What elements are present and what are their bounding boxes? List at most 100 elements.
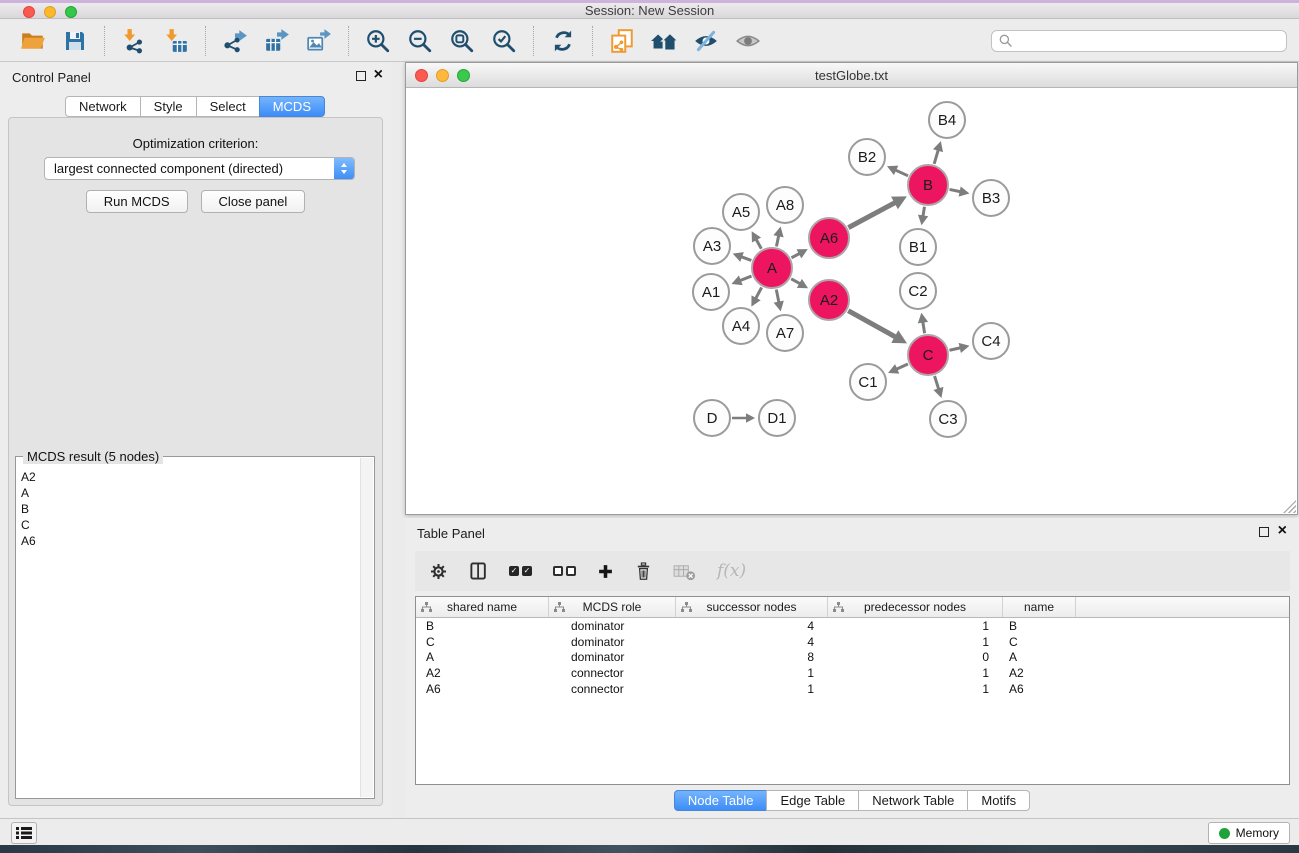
duplicate-network-icon[interactable] bbox=[606, 25, 638, 57]
graph-node-A1[interactable]: A1 bbox=[692, 273, 730, 311]
tab-network[interactable]: Network bbox=[65, 96, 141, 117]
zoom-out-icon[interactable] bbox=[404, 25, 436, 57]
table-mode-columns-icon[interactable] bbox=[469, 561, 488, 581]
memory-label: Memory bbox=[1236, 826, 1279, 840]
float-panel-icon[interactable] bbox=[356, 71, 366, 81]
column-type-icon bbox=[554, 602, 565, 612]
tab-motifs[interactable]: Motifs bbox=[967, 790, 1030, 811]
network-zoom-icon[interactable] bbox=[457, 69, 470, 82]
search-field[interactable] bbox=[991, 30, 1287, 52]
zoom-window-icon[interactable] bbox=[65, 6, 77, 18]
table-row[interactable]: Cdominator41C bbox=[416, 634, 1289, 650]
mcds-result-list[interactable]: A2ABCA6 bbox=[21, 469, 358, 795]
column-settings-gear-icon[interactable] bbox=[429, 562, 448, 581]
zoom-selected-icon[interactable] bbox=[488, 25, 520, 57]
graph-node-C[interactable]: C bbox=[907, 334, 949, 376]
column-header-successor-nodes[interactable]: successor nodes bbox=[676, 597, 828, 617]
graph-node-A[interactable]: A bbox=[751, 247, 793, 289]
toolbar-separator bbox=[348, 26, 349, 56]
network-window-titlebar[interactable]: testGlobe.txt bbox=[406, 63, 1297, 88]
mcds-result-item[interactable]: A bbox=[21, 485, 358, 501]
graph-node-D1[interactable]: D1 bbox=[758, 399, 796, 437]
mcds-result-title: MCDS result (5 nodes) bbox=[23, 449, 163, 464]
graph-node-C4[interactable]: C4 bbox=[972, 322, 1010, 360]
table-row[interactable]: A2connector11A2 bbox=[416, 665, 1289, 681]
column-header-predecessor-nodes[interactable]: predecessor nodes bbox=[828, 597, 1003, 617]
mcds-tab-content: Optimization criterion: largest connecte… bbox=[8, 117, 383, 806]
tab-style[interactable]: Style bbox=[140, 96, 197, 117]
graph-node-C2[interactable]: C2 bbox=[899, 272, 937, 310]
mcds-result-item[interactable]: B bbox=[21, 501, 358, 517]
traffic-lights bbox=[23, 6, 77, 18]
deselect-all-icon[interactable] bbox=[553, 566, 576, 576]
add-column-icon[interactable] bbox=[597, 563, 614, 580]
tab-mcds[interactable]: MCDS bbox=[259, 96, 325, 117]
graph-node-A2[interactable]: A2 bbox=[808, 279, 850, 321]
graph-node-A7[interactable]: A7 bbox=[766, 314, 804, 352]
show-graphics-details-icon[interactable] bbox=[732, 25, 764, 57]
export-image-icon[interactable] bbox=[303, 25, 335, 57]
mcds-result-item[interactable]: A6 bbox=[21, 533, 358, 549]
close-panel-button[interactable]: Close panel bbox=[201, 190, 306, 213]
table-row[interactable]: A6connector11A6 bbox=[416, 681, 1289, 697]
memory-button[interactable]: Memory bbox=[1208, 822, 1290, 844]
tab-network-table[interactable]: Network Table bbox=[858, 790, 968, 811]
tab-select[interactable]: Select bbox=[196, 96, 260, 117]
graph-node-B3[interactable]: B3 bbox=[972, 179, 1010, 217]
graph-node-B4[interactable]: B4 bbox=[928, 101, 966, 139]
graph-node-D[interactable]: D bbox=[693, 399, 731, 437]
mcds-result-item[interactable]: A2 bbox=[21, 469, 358, 485]
node-table-body: Bdominator41BCdominator41CAdominator80AA… bbox=[416, 618, 1289, 696]
apply-layout-icon[interactable] bbox=[547, 25, 579, 57]
minimize-window-icon[interactable] bbox=[44, 6, 56, 18]
graph-node-A5[interactable]: A5 bbox=[722, 193, 760, 231]
graph-node-C1[interactable]: C1 bbox=[849, 363, 887, 401]
graph-node-A6[interactable]: A6 bbox=[808, 217, 850, 259]
column-header-name[interactable]: name bbox=[1003, 597, 1076, 617]
optimization-criterion-label: Optimization criterion: bbox=[9, 136, 382, 151]
graph-node-A3[interactable]: A3 bbox=[693, 227, 731, 265]
graph-node-C3[interactable]: C3 bbox=[929, 400, 967, 438]
close-window-icon[interactable] bbox=[23, 6, 35, 18]
graph-node-A8[interactable]: A8 bbox=[766, 186, 804, 224]
save-session-icon[interactable] bbox=[59, 25, 91, 57]
network-close-icon[interactable] bbox=[415, 69, 428, 82]
status-bar: Memory bbox=[0, 818, 1299, 845]
criterion-select[interactable]: largest connected component (directed) bbox=[44, 157, 355, 180]
task-history-list-icon[interactable] bbox=[11, 822, 37, 844]
graph-node-B1[interactable]: B1 bbox=[899, 228, 937, 266]
tab-edge-table[interactable]: Edge Table bbox=[766, 790, 859, 811]
table-row[interactable]: Adominator80A bbox=[416, 649, 1289, 665]
network-canvas[interactable]: A A1 A2 A3 A4 A5 A6 A7 A8 B B1 B2 B3 B4 C C1 C2 C3 C4 D D1 bbox=[406, 88, 1297, 514]
show-all-networks-icon[interactable] bbox=[648, 25, 680, 57]
graph-node-B[interactable]: B bbox=[907, 164, 949, 206]
close-panel-icon[interactable]: × bbox=[1278, 523, 1287, 539]
graph-node-B2[interactable]: B2 bbox=[848, 138, 886, 176]
hide-graphics-details-icon[interactable] bbox=[690, 25, 722, 57]
float-panel-icon[interactable] bbox=[1259, 527, 1269, 537]
toolbar-separator bbox=[592, 26, 593, 56]
open-session-icon[interactable] bbox=[17, 25, 49, 57]
delete-column-trash-icon[interactable] bbox=[635, 562, 652, 581]
result-list-scrollbar[interactable] bbox=[360, 458, 373, 797]
column-header-shared-name[interactable]: shared name bbox=[416, 597, 549, 617]
zoom-fit-icon[interactable] bbox=[446, 25, 478, 57]
tab-node-table[interactable]: Node Table bbox=[674, 790, 768, 811]
search-input[interactable] bbox=[1017, 33, 1279, 48]
network-minimize-icon[interactable] bbox=[436, 69, 449, 82]
window-title: Session: New Session bbox=[0, 3, 1299, 19]
graph-node-A4[interactable]: A4 bbox=[722, 307, 760, 345]
zoom-in-icon[interactable] bbox=[362, 25, 394, 57]
import-table-icon[interactable] bbox=[160, 25, 192, 57]
table-toolbar: ✓✓ f(x) bbox=[415, 551, 1290, 591]
table-row[interactable]: Bdominator41B bbox=[416, 618, 1289, 634]
export-network-icon[interactable] bbox=[219, 25, 251, 57]
close-panel-icon[interactable]: × bbox=[374, 67, 383, 83]
run-mcds-button[interactable]: Run MCDS bbox=[86, 190, 188, 213]
mcds-result-item[interactable]: C bbox=[21, 517, 358, 533]
import-network-icon[interactable] bbox=[118, 25, 150, 57]
column-header-MCDS-role[interactable]: MCDS role bbox=[549, 597, 676, 617]
control-panel-title: Control Panel bbox=[12, 70, 91, 85]
export-table-icon[interactable] bbox=[261, 25, 293, 57]
select-all-icon[interactable]: ✓✓ bbox=[509, 566, 532, 576]
